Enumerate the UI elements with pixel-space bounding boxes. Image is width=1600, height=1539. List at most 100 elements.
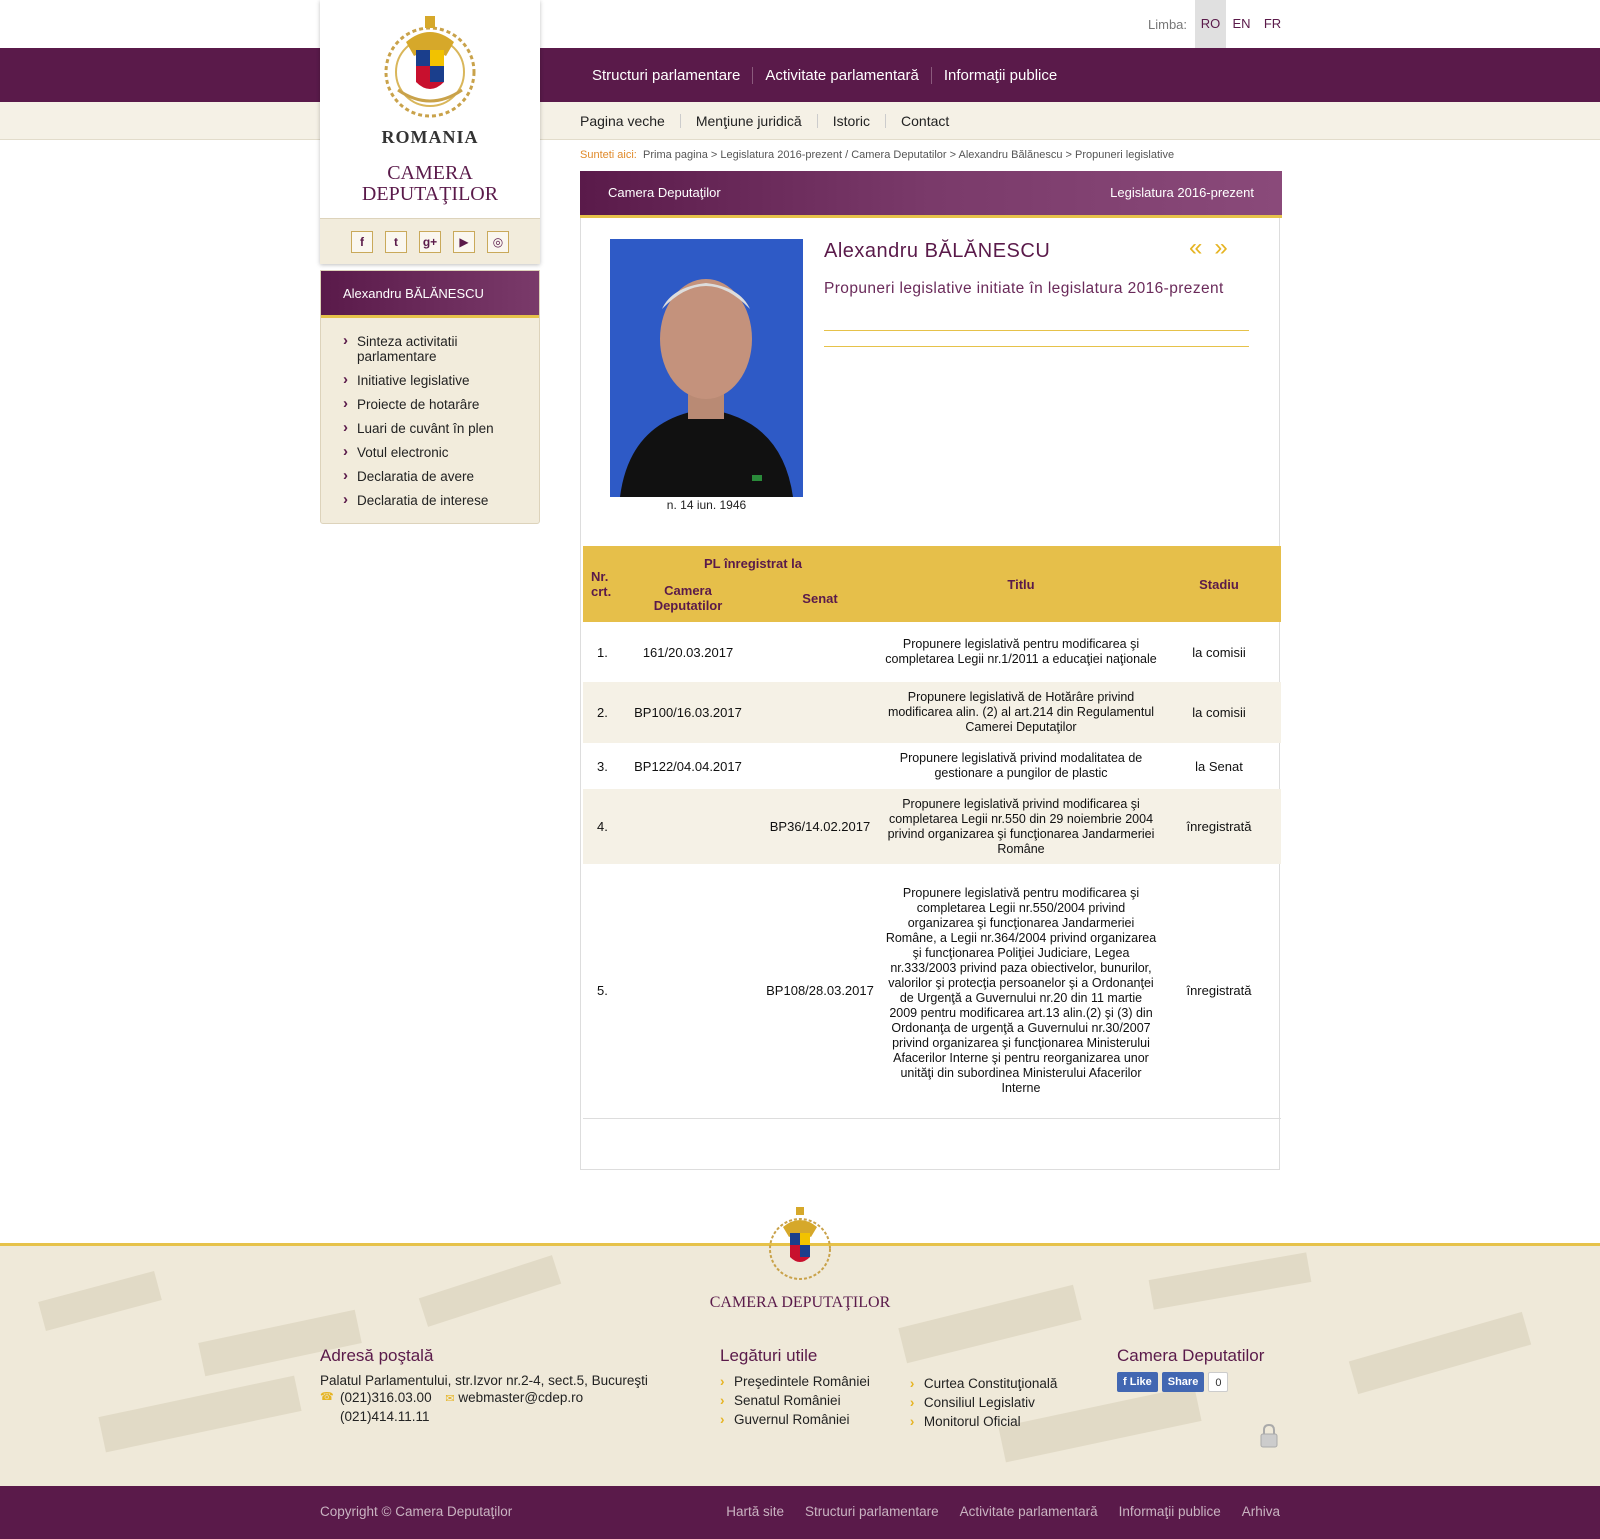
twitter-icon[interactable]: t (385, 230, 407, 253)
row-status: la comisii (1192, 644, 1246, 660)
footer-address: Adresă poştală Palatul Parlamentului, st… (320, 1346, 670, 1425)
row-cd-number[interactable]: BP122/04.04.2017 (621, 743, 755, 789)
bottom-link-informatii[interactable]: Informaţii publice (1119, 1504, 1221, 1519)
footer-link-curtea[interactable]: Curtea Constituţională (910, 1374, 1058, 1393)
row-status: la comisii (1157, 682, 1281, 743)
row-nr: 5. (597, 983, 608, 999)
footer-links-heading: Legături utile (720, 1346, 818, 1365)
sidebar-item-vot[interactable]: Votul electronic (343, 444, 539, 460)
bottom-link-activitate[interactable]: Activitate parlamentară (960, 1504, 1098, 1519)
language-ro[interactable]: RO (1195, 0, 1227, 48)
previous-deputy-icon[interactable]: « (1189, 234, 1214, 261)
row-senat-number[interactable]: BP108/28.03.2017 (755, 864, 885, 1118)
col-header-stadiu: Stadiu (1157, 546, 1281, 622)
sidebar-item-avere[interactable]: Declaratia de avere (343, 468, 539, 484)
table-row: 1. 161/20.03.2017 Propunere legislativă … (583, 622, 1281, 682)
col-header-nr: Nr. crt. (583, 546, 621, 622)
row-cd-number[interactable]: BP100/16.03.2017 (621, 682, 755, 743)
profile-navigation: «» (1189, 234, 1240, 262)
page-subtitle: Propuneri legislative initiate în legisl… (824, 280, 1224, 297)
bottom-bar: Copyright © Camera Deputaţilor Hartă sit… (0, 1486, 1600, 1539)
row-status: la Senat (1195, 758, 1243, 774)
nav-contact[interactable]: Contact (885, 114, 964, 128)
footer-social-heading: Camera Deputatilor (1117, 1346, 1265, 1365)
nav-istoric[interactable]: Istoric (816, 114, 885, 128)
footer-phone-1: (021)316.03.00 (340, 1390, 432, 1405)
table-row: 2. BP100/16.03.2017 Propunere legislativ… (583, 682, 1281, 743)
footer-link-guvern[interactable]: Guvernul României (720, 1410, 870, 1429)
footer-social: Camera Deputatilor f Like Share 0 (1117, 1346, 1287, 1392)
nav-informatii-publice[interactable]: Informaţii publice (930, 66, 1069, 84)
secondary-nav: Pagina veche Menţiune juridică Istoric C… (0, 102, 1600, 140)
row-title[interactable]: Propunere legislativă privind modalitate… (885, 743, 1157, 789)
next-deputy-icon[interactable]: » (1214, 234, 1239, 261)
nav-structuri-parlamentare[interactable]: Structuri parlamentare (580, 67, 752, 84)
col-header-pl: PL înregistrat la (621, 546, 885, 574)
sidebar: Alexandru BĂLĂNESCU Sinteza activitatii … (320, 270, 540, 524)
phone-icon: ☎ (320, 1391, 334, 1403)
row-title[interactable]: Propunere legislativă de Hotărâre privin… (885, 682, 1157, 743)
sidebar-item-interese[interactable]: Declaratia de interese (343, 492, 539, 508)
panel-header-chamber: Camera Deputaţilor (608, 185, 721, 200)
footer-address-line: Palatul Parlamentului, str.Izvor nr.2-4,… (320, 1373, 648, 1388)
row-senat-number[interactable] (755, 743, 885, 789)
main-nav: Structuri parlamentare Activitate parlam… (0, 48, 1600, 102)
copyright: Copyright © Camera Deputaţilor (320, 1504, 513, 1519)
row-title[interactable]: Propunere legislativă privind modificare… (885, 789, 1157, 864)
youtube-icon[interactable]: ▶ (453, 230, 475, 253)
bottom-link-structuri[interactable]: Structuri parlamentare (805, 1504, 939, 1519)
site-logo[interactable]: ROMANIA CAMERA DEPUTAŢILOR f t g+ ▶ ◎ (320, 0, 540, 264)
coat-of-arms-icon (384, 16, 476, 118)
logo-country: ROMANIA (381, 127, 479, 147)
breadcrumb-path[interactable]: Prima pagina > Legislatura 2016-prezent … (643, 149, 1174, 161)
footer-links: Legături utile Preşedintele României Sen… (720, 1346, 1080, 1431)
row-cd-number[interactable] (621, 789, 755, 864)
row-status: înregistrată (1186, 983, 1252, 999)
row-senat-number[interactable] (755, 622, 885, 682)
language-fr[interactable]: FR (1257, 0, 1288, 48)
sidebar-title: Alexandru BĂLĂNESCU (321, 271, 539, 318)
row-nr: 2. (583, 682, 621, 743)
nav-activitate-parlamentara[interactable]: Activitate parlamentară (752, 66, 930, 84)
language-en[interactable]: EN (1226, 0, 1257, 48)
row-senat-number[interactable] (755, 682, 885, 743)
row-senat-number[interactable]: BP36/14.02.2017 (755, 789, 885, 864)
row-nr: 4. (583, 789, 621, 864)
row-nr: 3. (597, 758, 608, 774)
footer-link-senat[interactable]: Senatul României (720, 1391, 870, 1410)
footer-coat-of-arms-icon (769, 1207, 831, 1280)
bottom-link-harta[interactable]: Hartă site (726, 1504, 784, 1519)
footer-link-presedinte[interactable]: Preşedintele României (720, 1372, 870, 1391)
footer-email[interactable]: webmaster@cdep.ro (458, 1390, 583, 1405)
share-count: 0 (1208, 1372, 1229, 1392)
top-bar: Limba: RO EN FR (0, 0, 1600, 48)
sidebar-item-luari-cuvant[interactable]: Luari de cuvânt în plen (343, 420, 539, 436)
table-row: 5. BP108/28.03.2017 Propunere legislativ… (583, 864, 1281, 1118)
footer-link-consiliul[interactable]: Consiliul Legislativ (910, 1393, 1058, 1412)
row-cd-number[interactable]: 161/20.03.2017 (621, 622, 755, 682)
sidebar-item-initiative[interactable]: Initiative legislative (343, 372, 539, 388)
sidebar-item-proiecte[interactable]: Proiecte de hotarâre (343, 396, 539, 412)
facebook-icon[interactable]: f (351, 230, 373, 253)
proposals-table: Nr. crt. PL înregistrat la Titlu Stadiu … (583, 546, 1281, 1119)
google-plus-icon[interactable]: g+ (419, 230, 441, 253)
row-title[interactable]: Propunere legislativă pentru modificarea… (885, 864, 1157, 1118)
table-row: 3. BP122/04.04.2017 Propunere legislativ… (583, 743, 1281, 789)
bottom-link-arhiva[interactable]: Arhiva (1242, 1504, 1280, 1519)
sidebar-item-sinteza[interactable]: Sinteza activitatii parlamentare (343, 333, 493, 364)
facebook-like-button[interactable]: f Like (1117, 1372, 1158, 1392)
footer-phone-2: (021)414.11.11 (340, 1409, 430, 1424)
instagram-icon[interactable]: ◎ (487, 230, 509, 253)
lock-icon[interactable] (1259, 1424, 1279, 1448)
nav-pagina-veche[interactable]: Pagina veche (572, 114, 680, 128)
language-label: Limba: (1148, 16, 1188, 32)
main-panel: Camera Deputaţilor Legislatura 2016-prez… (580, 171, 1282, 1170)
footer-link-monitorul[interactable]: Monitorul Oficial (910, 1412, 1058, 1431)
facebook-share-button[interactable]: Share (1161, 1372, 1205, 1392)
row-cd-number[interactable] (621, 864, 755, 1118)
nav-mentiune-juridica[interactable]: Menţiune juridică (679, 114, 817, 128)
deputy-photo (610, 239, 803, 497)
row-title[interactable]: Propunere legislativă pentru modificarea… (885, 622, 1157, 682)
row-status: înregistrată (1157, 789, 1281, 864)
logo-title: CAMERA DEPUTAŢILOR (320, 163, 540, 205)
